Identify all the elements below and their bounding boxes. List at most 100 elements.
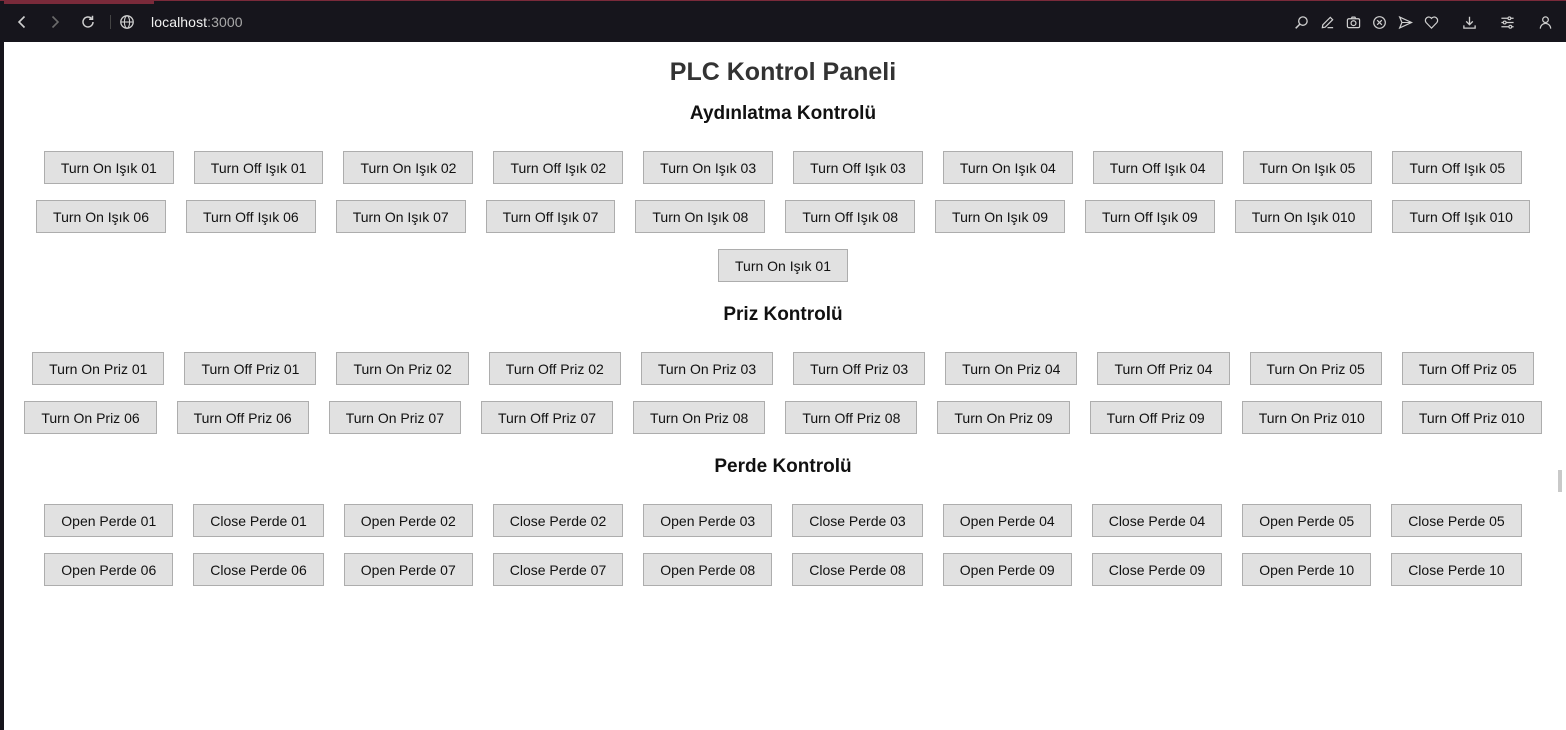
profile-button[interactable] [1532, 9, 1558, 35]
curtain-control-button[interactable]: Open Perde 05 [1242, 504, 1372, 537]
search-page-button[interactable] [1288, 9, 1314, 35]
close-circle-button[interactable] [1366, 9, 1392, 35]
browser-toolbar: localhost:3000 [0, 0, 1566, 42]
curtain-control-button[interactable]: Close Perde 05 [1391, 504, 1522, 537]
lighting-control-button[interactable]: Turn Off Işık 07 [485, 200, 616, 233]
socket-control-button[interactable]: Turn Off Priz 02 [488, 352, 621, 385]
lighting-control-button[interactable]: Turn On Işık 07 [335, 200, 466, 233]
lighting-control-button[interactable]: Turn On Işık 09 [935, 200, 1066, 233]
socket-control-button[interactable]: Turn Off Priz 07 [480, 401, 614, 434]
back-arrow-icon [17, 15, 25, 28]
reload-button[interactable] [71, 6, 104, 38]
curtain-control-button[interactable]: Close Perde 09 [1091, 553, 1223, 586]
curtain-control-button[interactable]: Close Perde 01 [193, 504, 324, 537]
curtain-control-button[interactable]: Open Perde 09 [942, 553, 1072, 586]
socket-control-button[interactable]: Turn Off Priz 05 [1401, 352, 1534, 385]
curtain-control-button[interactable]: Open Perde 04 [942, 504, 1072, 537]
globe-icon [120, 14, 134, 29]
close-circle-icon [1372, 15, 1386, 29]
sliders-icon [1500, 15, 1514, 29]
curtain-control-button[interactable]: Open Perde 03 [643, 504, 773, 537]
lighting-control-button[interactable]: Turn Off Işık 03 [793, 151, 923, 184]
curtain-control-button[interactable]: Close Perde 10 [1391, 553, 1522, 586]
url-host: localhost [151, 13, 208, 30]
reload-icon [81, 15, 94, 28]
socket-control-button[interactable]: Turn Off Priz 08 [785, 401, 918, 434]
lighting-control-button[interactable]: Turn On Işık 08 [635, 200, 766, 233]
socket-control-button[interactable]: Turn On Priz 04 [945, 352, 1078, 385]
curtain-control-button[interactable]: Close Perde 03 [792, 504, 923, 537]
curtain-control-button[interactable]: Open Perde 02 [343, 504, 473, 537]
browser-extension-icons [1288, 1, 1558, 43]
curtain-control-button[interactable]: Open Perde 06 [44, 553, 174, 586]
lighting-control-button[interactable]: Turn On Işık 01 [43, 151, 174, 184]
scrollbar-thumb[interactable] [1558, 470, 1562, 492]
lighting-control-button[interactable]: Turn On Işık 03 [643, 151, 774, 184]
favorite-button[interactable] [1418, 9, 1444, 35]
url-text: localhost:3000 [151, 14, 243, 30]
socket-control-button[interactable]: Turn On Priz 010 [1241, 401, 1382, 434]
url-port: :3000 [207, 13, 243, 30]
back-button[interactable] [5, 6, 38, 38]
curtain-control-button[interactable]: Close Perde 04 [1091, 504, 1223, 537]
socket-button-row-1: Turn On Priz 01 Turn Off Priz 01 Turn On P… [4, 352, 1562, 385]
curtain-control-button[interactable]: Open Perde 01 [44, 504, 174, 537]
socket-control-button[interactable]: Turn Off Priz 09 [1089, 401, 1222, 434]
forward-arrow-icon [51, 15, 59, 28]
curtain-control-button[interactable]: Open Perde 10 [1242, 553, 1372, 586]
curtain-control-button[interactable]: Close Perde 06 [193, 553, 324, 586]
edit-button[interactable] [1314, 9, 1340, 35]
lighting-control-button[interactable]: Turn On Işık 06 [36, 200, 166, 233]
lighting-control-button[interactable]: Turn Off Işık 05 [1392, 151, 1523, 184]
lighting-button-row-1: Turn On Işık 01 Turn Off Işık 01 Turn On I… [4, 151, 1562, 184]
lighting-control-button[interactable]: Turn Off Işık 01 [193, 151, 324, 184]
socket-button-row-2: Turn On Priz 06 Turn Off Priz 06 Turn On P… [4, 401, 1562, 434]
lighting-control-button[interactable]: Turn Off Işık 06 [186, 200, 316, 233]
socket-section-title: Priz Kontrolü [723, 304, 843, 325]
socket-control-button[interactable]: Turn On Priz 01 [32, 352, 165, 385]
lighting-control-button[interactable]: Turn On Işık 05 [1242, 151, 1373, 184]
socket-control-button[interactable]: Turn On Priz 05 [1249, 352, 1382, 385]
curtain-button-row-1: Open Perde 01 Close Perde 01 Open Perde 02… [4, 504, 1562, 537]
lighting-control-button[interactable]: Turn On Işık 02 [343, 151, 474, 184]
lighting-control-button[interactable]: Turn On Işık 04 [942, 151, 1073, 184]
socket-control-button[interactable]: Turn On Priz 09 [937, 401, 1070, 434]
socket-control-button[interactable]: Turn On Priz 03 [640, 352, 774, 385]
settings-button[interactable] [1494, 9, 1520, 35]
camera-icon [1346, 16, 1360, 28]
socket-control-button[interactable]: Turn Off Priz 06 [176, 401, 309, 434]
socket-control-button[interactable]: Turn On Priz 02 [336, 352, 469, 385]
curtain-control-button[interactable]: Close Perde 02 [492, 504, 624, 537]
forward-button[interactable] [38, 6, 71, 38]
socket-control-button[interactable]: Turn Off Priz 03 [793, 352, 926, 385]
socket-control-button[interactable]: Turn Off Priz 01 [184, 352, 317, 385]
lighting-control-button[interactable]: Turn On Işık 01 [718, 249, 848, 282]
lighting-control-button[interactable]: Turn Off Işık 09 [1085, 200, 1215, 233]
lighting-control-button[interactable]: Turn Off Işık 010 [1392, 200, 1530, 233]
edit-icon [1321, 15, 1334, 28]
active-tab-indicator [4, 1, 154, 4]
curtain-control-button[interactable]: Open Perde 08 [643, 553, 773, 586]
socket-control-button[interactable]: Turn On Priz 06 [24, 401, 157, 434]
curtain-control-button[interactable]: Close Perde 07 [492, 553, 624, 586]
navigation-buttons [5, 6, 104, 38]
curtain-control-button[interactable]: Close Perde 08 [792, 553, 923, 586]
socket-control-button[interactable]: Turn On Priz 07 [328, 401, 461, 434]
curtain-button-row-2: Open Perde 06 Close Perde 06 Open Perde 07… [4, 553, 1562, 586]
lighting-control-button[interactable]: Turn Off Işık 08 [785, 200, 916, 233]
page-title: PLC Kontrol Paneli [669, 58, 897, 86]
socket-control-button[interactable]: Turn On Priz 08 [633, 401, 766, 434]
socket-control-button[interactable]: Turn Off Priz 010 [1401, 401, 1542, 434]
toolbar-separator [110, 14, 111, 29]
screenshot-button[interactable] [1340, 9, 1366, 35]
send-button[interactable] [1392, 9, 1418, 35]
downloads-button[interactable] [1456, 9, 1482, 35]
lighting-control-button[interactable]: Turn Off Işık 02 [493, 151, 624, 184]
socket-control-button[interactable]: Turn Off Priz 04 [1097, 352, 1230, 385]
lighting-control-button[interactable]: Turn Off Işık 04 [1092, 151, 1223, 184]
download-icon [1462, 16, 1476, 29]
lighting-control-button[interactable]: Turn On Işık 010 [1234, 200, 1373, 233]
address-bar[interactable]: localhost:3000 [119, 6, 243, 38]
curtain-control-button[interactable]: Open Perde 07 [343, 553, 473, 586]
page-content: PLC Kontrol Paneli Aydınlatma Kontrolü T… [4, 42, 1562, 730]
